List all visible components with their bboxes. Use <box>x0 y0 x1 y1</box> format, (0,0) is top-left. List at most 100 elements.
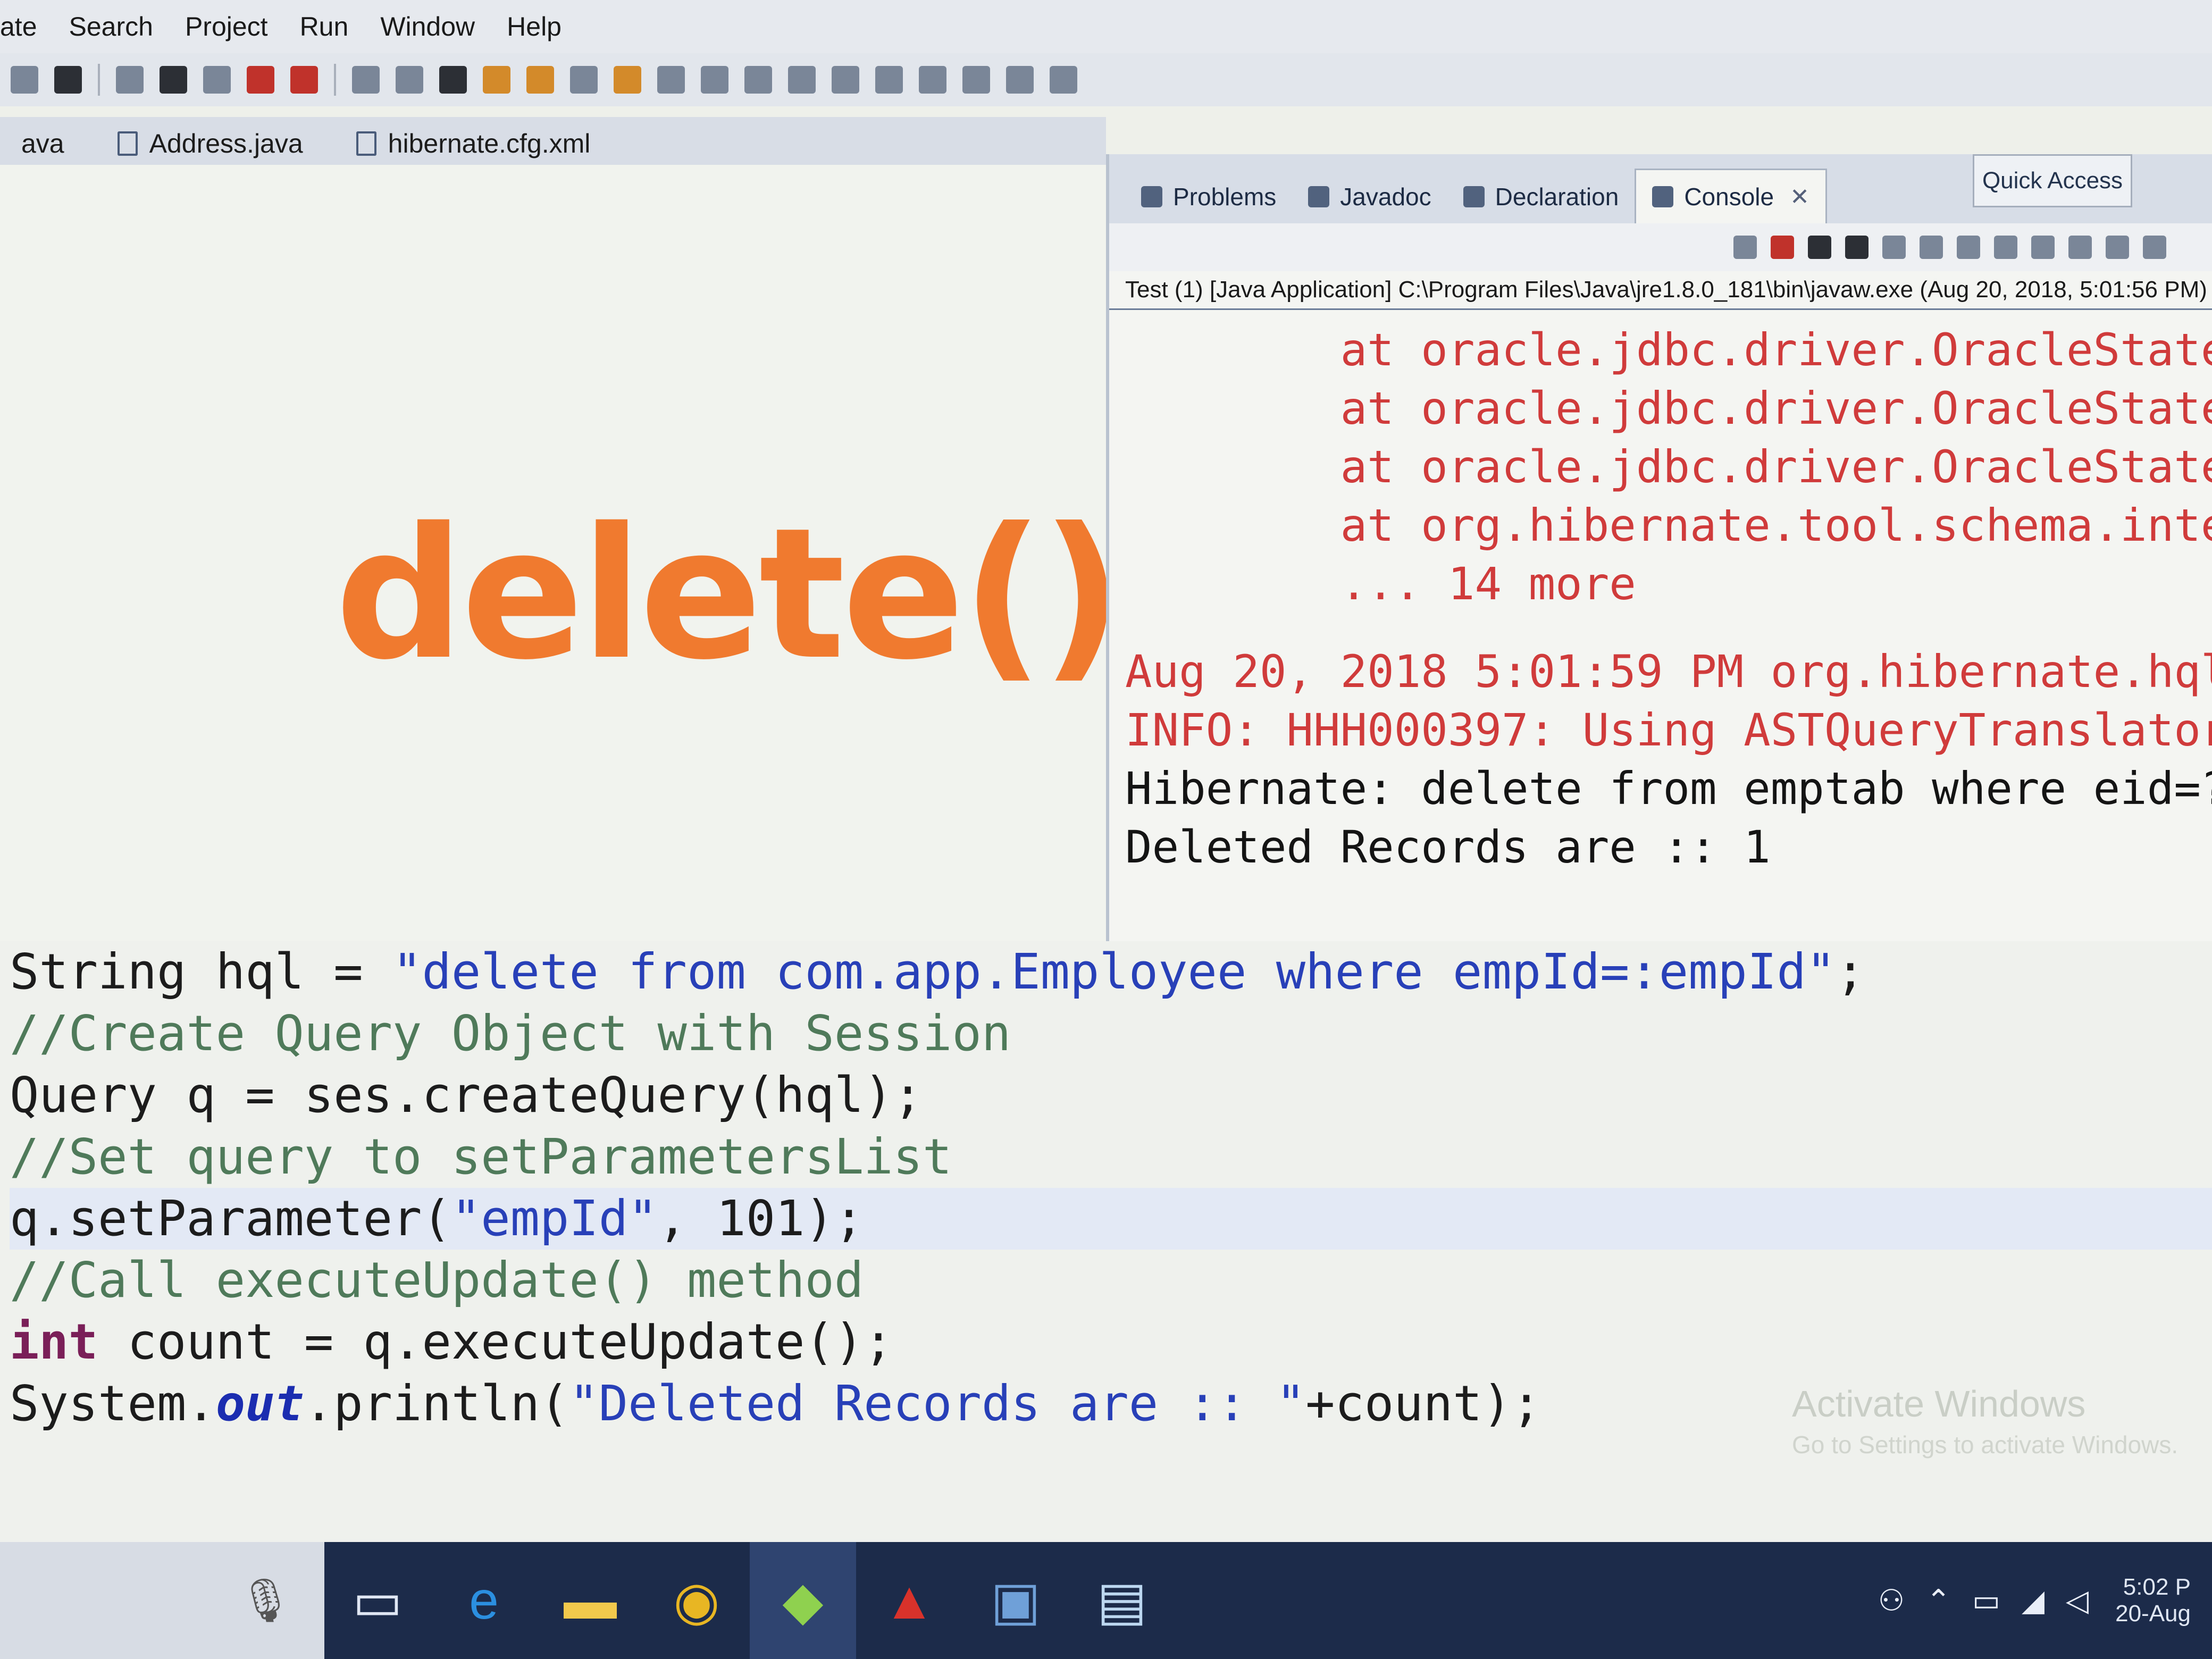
task-icon[interactable] <box>614 66 641 94</box>
workspace-icon[interactable] <box>54 66 82 94</box>
code-token: .println( <box>304 1375 569 1432</box>
system-tray: ⚇ ⌃ ▭ ◢ ◁ 5:02 P 20-Aug <box>1857 1574 2212 1627</box>
pilcrow-icon[interactable] <box>875 66 903 94</box>
wifi-icon[interactable]: ◢ <box>2022 1583 2045 1618</box>
tab-label: ava <box>21 129 64 158</box>
open-resource-icon[interactable] <box>526 66 554 94</box>
code-token: "empId" <box>451 1190 658 1247</box>
new-package-icon[interactable] <box>396 66 423 94</box>
tab-java-file[interactable]: ava <box>0 122 86 165</box>
back-icon[interactable] <box>1006 66 1034 94</box>
tab-javadoc[interactable]: Javadoc <box>1292 170 1447 223</box>
debug-icon[interactable] <box>116 66 144 94</box>
console-toolbar <box>1109 223 2212 271</box>
new-class-icon[interactable] <box>439 66 467 94</box>
display-console-icon[interactable] <box>2106 236 2129 259</box>
activate-windows-subtitle: Go to Settings to activate Windows. <box>1792 1431 2179 1459</box>
code-token: //Set query to setParametersList <box>10 1128 952 1185</box>
console-line: INFO: HHH000397: Using ASTQueryTranslato… <box>1125 704 2212 756</box>
menu-run[interactable]: Run <box>300 11 349 42</box>
tab-console[interactable]: Console ✕ <box>1635 169 1827 223</box>
taskbar-notepad-button[interactable]: ▤ <box>1069 1542 1175 1659</box>
search-icon[interactable] <box>570 66 598 94</box>
console-view: Problems Javadoc Declaration Console ✕ Q… <box>1106 154 2212 989</box>
microphone-icon[interactable]: 🎙 <box>238 1576 292 1626</box>
volume-icon[interactable]: ◁ <box>2066 1583 2089 1618</box>
edge-icon: e <box>469 1570 499 1630</box>
close-icon[interactable]: ✕ <box>1790 183 1809 211</box>
perspective-icon[interactable] <box>11 66 38 94</box>
cortana-area[interactable]: 🎙 <box>0 1542 324 1659</box>
taskbar-edge-button[interactable]: e <box>431 1542 537 1659</box>
code-line: q.setParameter("empId", 101); <box>10 1188 2212 1250</box>
taskbar-task-view-button[interactable]: ▭ <box>324 1542 431 1659</box>
new-console-icon[interactable] <box>2143 236 2166 259</box>
xml-file-icon <box>356 131 376 156</box>
code-token: String hql = <box>10 943 393 1000</box>
tab-hibernate-cfg-xml[interactable]: hibernate.cfg.xml <box>335 122 612 165</box>
chevron-up-icon[interactable]: ⌃ <box>1926 1583 1951 1618</box>
word-wrap-icon[interactable] <box>1957 236 1980 259</box>
menu-navigate[interactable]: ate <box>0 11 37 42</box>
open-type-icon[interactable] <box>483 66 510 94</box>
tab-problems[interactable]: Problems <box>1125 170 1292 223</box>
taskbar-app-window-button[interactable]: ▣ <box>962 1542 1069 1659</box>
clear-console-icon[interactable] <box>1882 236 1906 259</box>
code-line: //Call executeUpdate() method <box>10 1250 2212 1311</box>
sync-icon[interactable] <box>788 66 816 94</box>
quick-access-field[interactable]: Quick Access <box>1973 154 2132 207</box>
open-console-icon[interactable] <box>2068 236 2092 259</box>
battery-icon[interactable]: ▭ <box>1972 1583 2000 1618</box>
activate-windows-watermark: Activate Windows <box>1792 1383 2086 1425</box>
code-token: "delete from com.app.Employee where empI… <box>392 943 1836 1000</box>
toolbar-separator <box>334 64 336 96</box>
previous-annotation-icon[interactable] <box>962 66 990 94</box>
properties-icon[interactable] <box>832 66 859 94</box>
code-token: , 101); <box>657 1190 864 1247</box>
clock[interactable]: 5:02 P 20-Aug <box>2115 1574 2191 1627</box>
spring-tool-suite-icon: ◆ <box>782 1571 824 1631</box>
scroll-lock-icon[interactable] <box>1920 236 1943 259</box>
taskbar-file-explorer-button[interactable]: ▬ <box>537 1542 643 1659</box>
taskbar: 🎙 ▭ e ▬ ◉ ◆ ▲ ▣ ▤ ⚇ ⌃ ▭ ◢ ◁ 5:02 P 20-Aug <box>0 1542 2212 1659</box>
stop-icon[interactable] <box>247 66 274 94</box>
code-token: //Call executeUpdate() method <box>10 1252 864 1309</box>
forward-icon[interactable] <box>1050 66 1077 94</box>
taskbar-acrobat-button[interactable]: ▲ <box>856 1542 962 1659</box>
remove-all-icon[interactable] <box>1845 236 1869 259</box>
pin-console-icon[interactable] <box>1733 236 1757 259</box>
menu-project[interactable]: Project <box>185 11 268 42</box>
run-icon[interactable] <box>160 66 187 94</box>
notepad-icon: ▤ <box>1096 1571 1147 1631</box>
console-output[interactable]: at oracle.jdbc.driver.OracleStateme at o… <box>1109 310 2212 890</box>
menu-search[interactable]: Search <box>69 11 153 42</box>
javadoc-icon <box>1308 186 1330 207</box>
code-token: q.setParameter( <box>10 1190 451 1247</box>
next-annotation-icon[interactable] <box>919 66 946 94</box>
pin-icon[interactable] <box>657 66 685 94</box>
taskbar-chrome-button[interactable]: ◉ <box>643 1542 750 1659</box>
tab-label: Javadoc <box>1340 183 1431 211</box>
coverage-icon[interactable] <box>203 66 231 94</box>
tab-label: Address.java <box>149 129 303 158</box>
remove-launch-icon[interactable] <box>1808 236 1831 259</box>
server-icon[interactable] <box>290 66 318 94</box>
console-line: ... 14 more <box>1125 558 1636 610</box>
tab-declaration[interactable]: Declaration <box>1447 170 1635 223</box>
taskbar-spring-tool-suite-button[interactable]: ◆ <box>750 1542 856 1659</box>
toolbar-separator <box>98 64 100 96</box>
clock-date: 20-Aug <box>2115 1601 2191 1627</box>
console-line: at oracle.jdbc.driver.OracleStateme <box>1125 441 2212 493</box>
menu-window[interactable]: Window <box>380 11 475 42</box>
new-project-icon[interactable] <box>352 66 380 94</box>
show-stdout-icon[interactable] <box>1994 236 2017 259</box>
code-line: String hql = "delete from com.app.Employ… <box>10 941 2212 1003</box>
people-icon[interactable]: ⚇ <box>1878 1583 1905 1618</box>
annotation-icon[interactable] <box>744 66 772 94</box>
show-stderr-icon[interactable] <box>2031 236 2055 259</box>
tab-address-java[interactable]: Address.java <box>96 122 324 165</box>
menu-help[interactable]: Help <box>507 11 562 42</box>
pen-icon[interactable] <box>701 66 728 94</box>
code-token: ; <box>1836 943 1865 1000</box>
terminate-icon[interactable] <box>1771 236 1794 259</box>
